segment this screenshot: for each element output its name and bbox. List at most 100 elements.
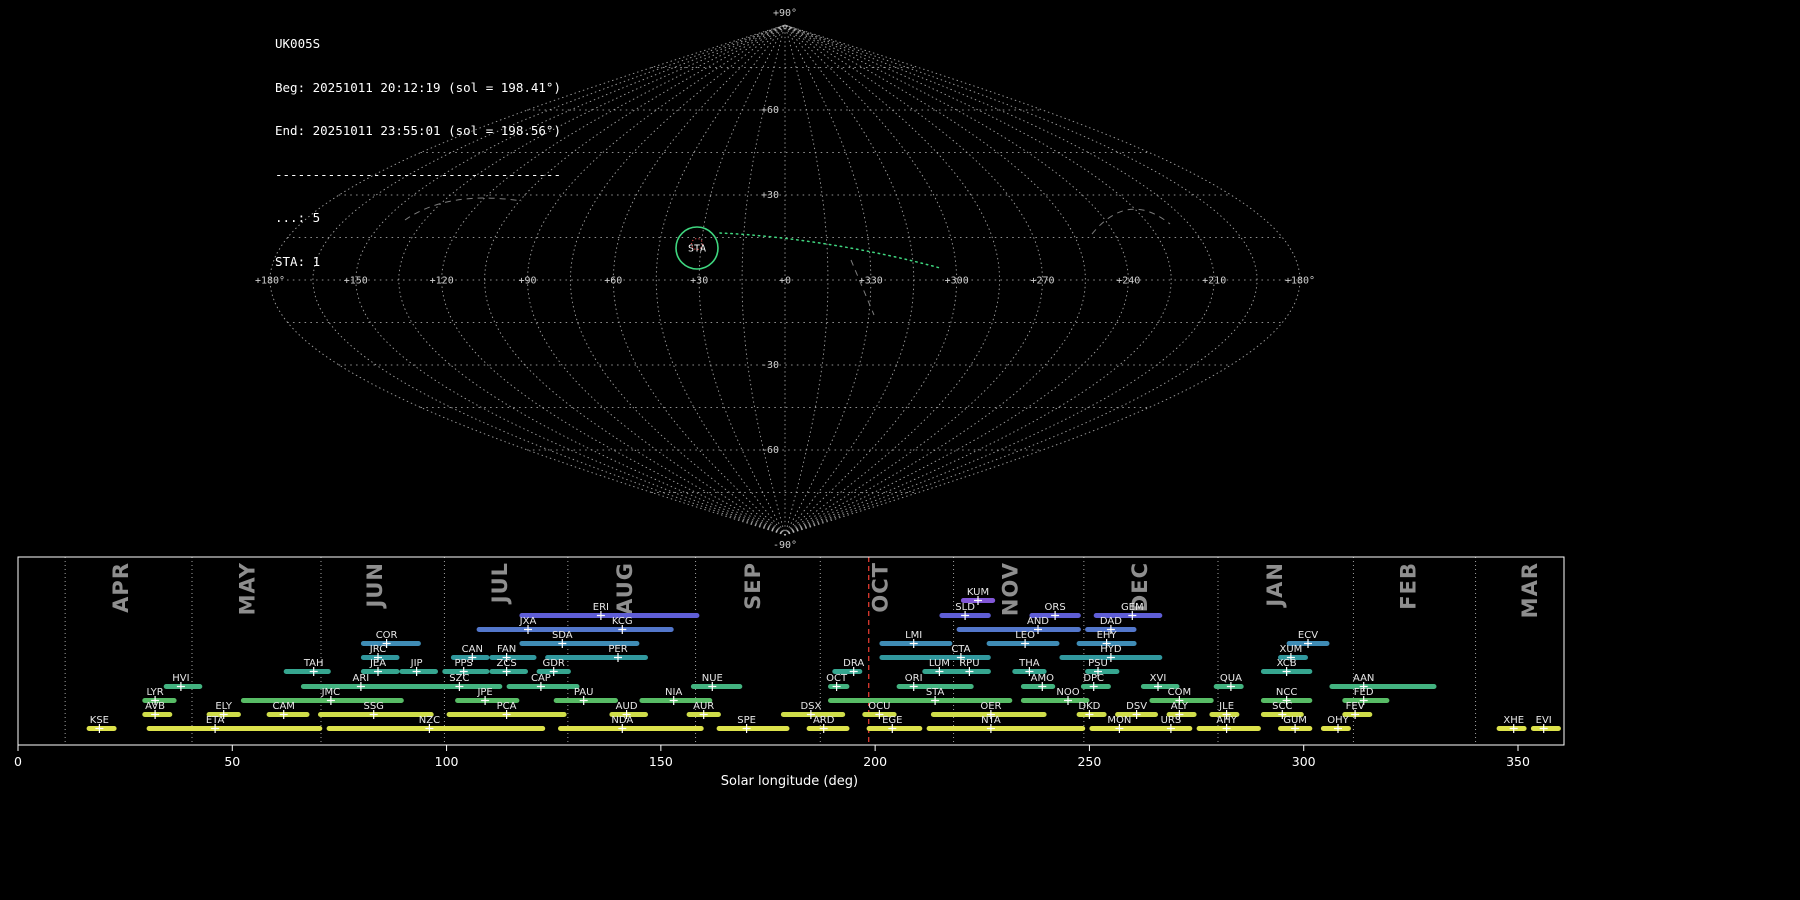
shower-bar — [326, 726, 546, 731]
shower-label: PPS — [454, 658, 472, 669]
shower-bar — [283, 669, 331, 674]
shower-label: ARI — [353, 673, 370, 684]
shower-label: EHY — [1097, 630, 1118, 641]
shower-label: OHY — [1327, 715, 1349, 726]
shower-label: AUR — [693, 701, 714, 712]
shower-bar — [558, 627, 674, 632]
shower-bar — [146, 726, 323, 731]
shower-label: ORI — [905, 673, 923, 684]
shower-label: XHE — [1503, 715, 1524, 726]
shower-label: PCA — [497, 701, 517, 712]
shower-label: KCG — [612, 616, 633, 627]
shower-label: DAD — [1100, 616, 1122, 627]
shower-label: LMI — [905, 630, 922, 641]
shower-label: EVI — [1536, 715, 1552, 726]
shower-label: GUM — [1283, 715, 1307, 726]
shower-label: AVB — [145, 701, 165, 712]
map-lon-label: +0 — [779, 276, 791, 287]
shower-label: JXA — [519, 616, 537, 627]
shower-label: SLD — [955, 602, 975, 613]
shower-label: KUM — [967, 587, 989, 598]
shower-label: COM — [1168, 687, 1191, 698]
shower-label: ELY — [215, 701, 233, 712]
meteor-trail-dashed — [1091, 208, 1171, 235]
shower-label: JIP — [410, 658, 423, 669]
shower-label: SDA — [552, 630, 573, 641]
shower-label: PER — [608, 644, 627, 655]
shower-label: QUA — [1220, 673, 1242, 684]
month-label: JAN — [1263, 562, 1287, 609]
map-lon-label: +30 — [690, 276, 708, 287]
x-tick-label: 300 — [1292, 754, 1316, 769]
shower-label: SCC — [1272, 701, 1292, 712]
map-lon-label: +210 — [1202, 276, 1226, 287]
shower-label: TAH — [303, 658, 324, 669]
observation-begin: Beg: 20251011 20:12:19 (sol = 198.41°) — [275, 79, 561, 95]
map-lat-label: -90° — [773, 540, 797, 551]
shower-label: THA — [1018, 658, 1040, 669]
shower-label: LYR — [146, 687, 163, 698]
shower-bar — [716, 726, 790, 731]
shower-label: JPE — [476, 687, 492, 698]
shower-label: COR — [376, 630, 398, 641]
shower-label: URS — [1161, 715, 1182, 726]
shower-label: DPC — [1083, 673, 1104, 684]
map-lon-label: +180° — [1285, 276, 1315, 287]
map-lat-label: -60 — [761, 445, 779, 456]
month-label: MAY — [235, 562, 259, 615]
shower-bar — [1089, 726, 1163, 731]
shower-label: SSG — [363, 701, 383, 712]
shower-label: XCB — [1277, 658, 1297, 669]
shower-bar — [926, 726, 1086, 731]
shower-label: NIA — [665, 687, 682, 698]
radiant-marker: STA — [675, 226, 719, 270]
shower-bar — [519, 613, 700, 618]
map-lon-label: +300 — [945, 276, 969, 287]
shower-label: STA — [926, 687, 945, 698]
shower-bar — [476, 627, 563, 632]
shower-label: DSV — [1126, 701, 1147, 712]
sporadic-count: ...: 5 — [275, 210, 321, 225]
shower-label: PAU — [574, 687, 594, 698]
shower-label: MON — [1107, 715, 1131, 726]
map-lat-label: +30 — [761, 190, 779, 201]
shower-sta-count: STA: 1 — [275, 253, 321, 269]
shower-label: ALY — [1171, 701, 1189, 712]
shower-label: GDR — [542, 658, 564, 669]
shower-label: GEM — [1121, 602, 1144, 613]
shower-label: ORS — [1045, 602, 1066, 613]
month-label: APR — [109, 562, 133, 613]
shower-label: AHY — [1216, 715, 1237, 726]
shower-label: OCT — [826, 673, 848, 684]
shower-label: CAP — [531, 673, 551, 684]
shower-label: DSX — [800, 701, 821, 712]
shower-label: EGE — [882, 715, 902, 726]
shower-label: FED — [1354, 687, 1374, 698]
radiant-label: STA — [688, 244, 706, 255]
shower-label: DKD — [1078, 701, 1100, 712]
shower-label: NCC — [1276, 687, 1297, 698]
x-tick-label: 50 — [224, 754, 240, 769]
radiant-map-and-activity-plot: +180° +150 +120 +90 +60 +30 +0 +330 +300 +270 +240… — [14, 8, 1565, 789]
shower-label: ZCS — [497, 658, 517, 669]
shower-label: DRA — [843, 658, 864, 669]
shower-bar — [1329, 684, 1437, 689]
shower-label: ERI — [593, 602, 609, 613]
shower-label: NDA — [611, 715, 633, 726]
shower-bar — [690, 684, 743, 689]
map-lon-label: +270 — [1030, 276, 1054, 287]
shower-label: LEO — [1015, 630, 1035, 641]
shower-label: KSE — [90, 715, 109, 726]
map-lon-label: +240 — [1116, 276, 1140, 287]
shower-bar — [558, 726, 704, 731]
month-label: AUG — [613, 562, 637, 615]
shower-label: FAN — [497, 644, 516, 655]
map-lat-label: +90° — [773, 8, 797, 19]
month-label: JUL — [488, 562, 512, 605]
shower-label: CAM — [272, 701, 294, 712]
month-label: SEP — [741, 562, 765, 610]
shower-label: RPU — [959, 658, 979, 669]
shower-bar — [806, 726, 850, 731]
shower-label: FEV — [1346, 701, 1365, 712]
shower-bar — [1020, 684, 1056, 689]
